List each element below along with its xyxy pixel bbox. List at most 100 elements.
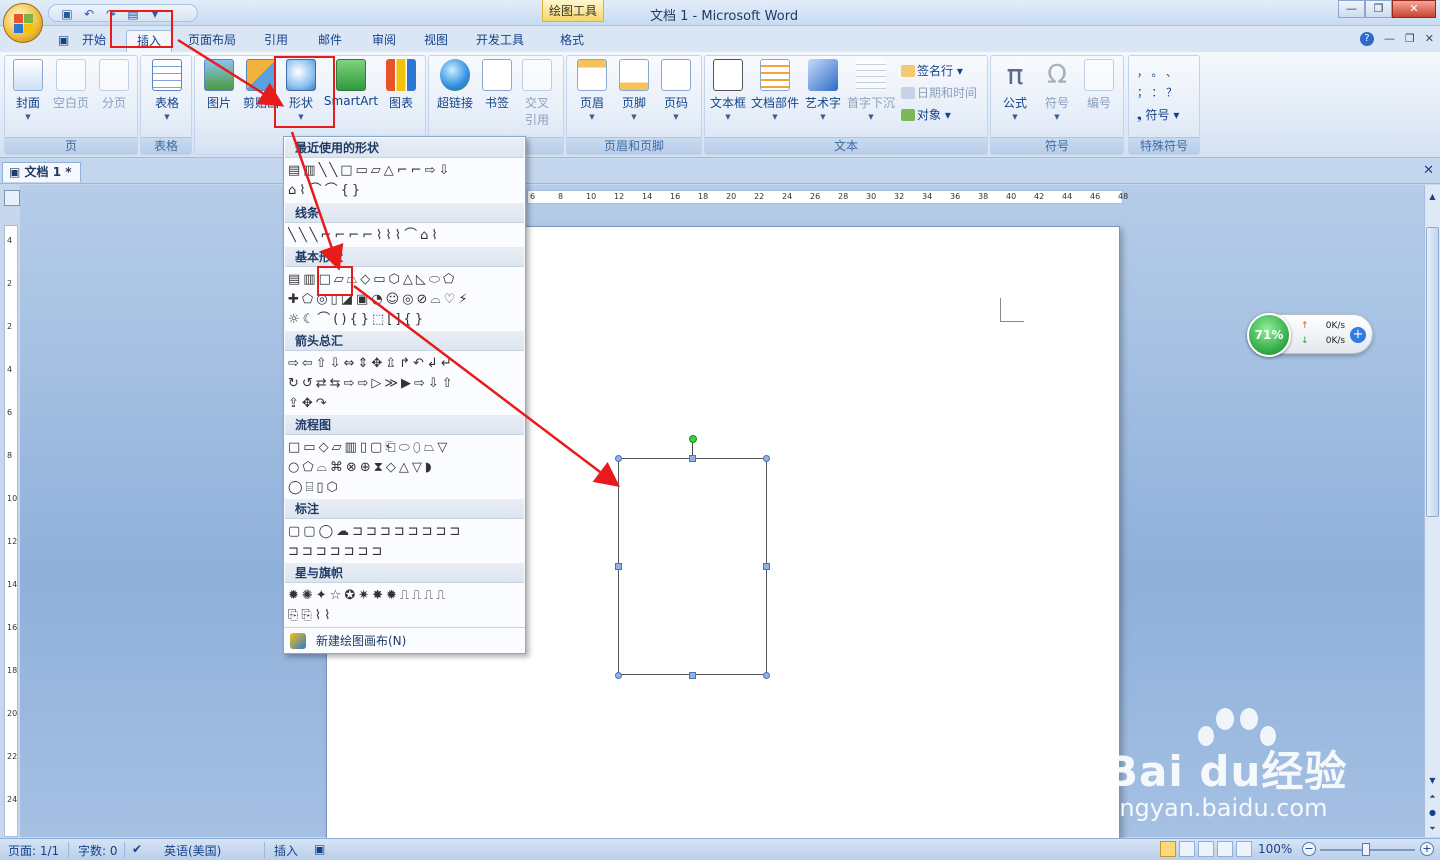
drop-cap-button[interactable]: 首字下沉 ▼ <box>845 59 897 121</box>
shape-row[interactable]: ⊐⊐⊐⊐⊐⊐⊐ <box>288 543 522 561</box>
print-layout-view-icon[interactable] <box>1160 841 1176 857</box>
quick-parts-button[interactable]: 文档部件 ▼ <box>751 59 799 121</box>
proofing-icon[interactable]: ✔ <box>132 842 142 856</box>
shape-row[interactable]: ✹✺✦☆✪✷✸✹⎍⎍⎍⎍ <box>288 587 522 605</box>
restore-button[interactable]: ❐ <box>1365 0 1392 18</box>
shape-row[interactable]: ▤▥╲╲□▭▱△⌐⌐⇨⇩ <box>288 162 522 180</box>
header-button[interactable]: 页眉 ▼ <box>575 59 609 121</box>
doc-close-icon[interactable]: ✕ <box>1425 32 1434 46</box>
resize-handle-top-right[interactable] <box>763 455 770 462</box>
office-button[interactable] <box>3 3 43 43</box>
help-icon[interactable]: ? <box>1359 32 1374 46</box>
shape-row[interactable]: ⎘⎘⌇⌇ <box>288 607 522 625</box>
numbering-button[interactable]: 编号 <box>1081 59 1117 111</box>
rotation-handle[interactable] <box>689 435 697 443</box>
chart-button[interactable]: 图表 <box>383 59 419 111</box>
resize-handle-right[interactable] <box>763 563 770 570</box>
tab-references[interactable]: 引用 <box>254 30 298 52</box>
text-box-button[interactable]: 文本框 ▼ <box>709 59 747 121</box>
previous-page-icon[interactable]: ⏶ <box>1425 789 1440 804</box>
tab-review[interactable]: 审阅 <box>362 30 406 52</box>
close-button[interactable]: ✕ <box>1392 0 1436 18</box>
ruler-tick-label: 36 <box>950 192 961 201</box>
language-indicator[interactable]: 英语(美国) <box>164 842 221 859</box>
drawn-rectangle[interactable] <box>618 458 767 675</box>
shape-row[interactable]: ⇪✥↷ <box>288 395 522 413</box>
special-chars-row-2[interactable]: ； ： ？ <box>1137 84 1177 100</box>
table-button[interactable]: 表格 ▼ <box>149 59 185 121</box>
page-number-button[interactable]: 页码 ▼ <box>659 59 693 121</box>
shape-row[interactable]: ☼☾⌒(){}⬚[]{} <box>288 311 522 329</box>
shape-row[interactable]: ▢▢◯☁⊐⊐⊐⊐⊐⊐⊐⊐ <box>288 523 522 541</box>
page-count[interactable]: 页面: 1/1 <box>8 842 59 859</box>
macro-record-icon[interactable]: ▣ <box>314 842 325 856</box>
equation-button[interactable]: π 公式 ▼ <box>997 59 1033 122</box>
insert-mode[interactable]: 插入 <box>274 842 298 859</box>
blank-page-button[interactable]: 空白页 <box>51 59 91 111</box>
footer-button[interactable]: 页脚 ▼ <box>617 59 651 121</box>
zoom-level[interactable]: 100% <box>1258 842 1292 856</box>
special-chars-row-1[interactable]: ， 。 、 <box>1137 64 1177 80</box>
resize-handle-left[interactable] <box>615 563 622 570</box>
shape-row[interactable]: ╲╲╲⌐⌐⌐⌐⌇⌇⌇⌒⌂⌇ <box>288 227 522 245</box>
tab-mailings[interactable]: 邮件 <box>308 30 352 52</box>
shape-row[interactable]: □▭◇▱▥▯▢⎗⬭⬯⏢▽ <box>288 439 522 457</box>
resize-handle-bottom[interactable] <box>689 672 696 679</box>
minimize-button[interactable]: — <box>1338 0 1365 18</box>
outline-view-icon[interactable] <box>1217 841 1233 857</box>
document-tab[interactable]: ▣ 文档 1 * <box>2 162 81 182</box>
shape-row[interactable]: ◯⌸▯⬡ <box>288 479 522 497</box>
close-document-icon[interactable]: ✕ <box>1423 163 1434 178</box>
hyperlink-button[interactable]: 超链接 <box>433 59 477 111</box>
doc-restore-icon[interactable]: ❐ <box>1405 32 1415 46</box>
full-screen-reading-icon[interactable] <box>1179 841 1195 857</box>
tab-page-layout[interactable]: 页面布局 <box>178 30 246 52</box>
network-speed-widget[interactable]: 71% ↑ 0K/s ↓ 0K/s + <box>1247 313 1373 357</box>
next-page-icon[interactable]: ⏷ <box>1425 821 1440 836</box>
resize-handle-top[interactable] <box>689 455 696 462</box>
tab-view[interactable]: 视图 <box>414 30 458 52</box>
expand-icon[interactable]: + <box>1350 327 1366 343</box>
zoom-out-icon[interactable]: − <box>1302 842 1316 856</box>
date-time-button[interactable]: 日期和时间 <box>901 84 977 101</box>
tab-selector[interactable] <box>4 190 20 206</box>
web-layout-icon[interactable] <box>1198 841 1214 857</box>
resize-handle-bottom-left[interactable] <box>615 672 622 679</box>
cross-reference-button[interactable]: 交叉 引用 <box>519 59 555 128</box>
vertical-ruler[interactable]: 4 2 2 4 6 8 10 12 14 16 18 20 22 24 <box>4 225 18 837</box>
vertical-scrollbar[interactable]: ▲ ▼ ⏶ ● ⏷ <box>1424 185 1440 837</box>
word-count[interactable]: 字数: 0 <box>78 842 118 859</box>
tab-developer[interactable]: 开发工具 <box>466 30 534 52</box>
page-break-button[interactable]: 分页 <box>97 59 131 111</box>
browse-object-icon[interactable]: ● <box>1425 805 1440 820</box>
save-icon[interactable]: ▣ <box>59 6 75 22</box>
tab-format[interactable]: 格式 <box>550 30 594 52</box>
shape-row[interactable]: ⇨⇦⇧⇩⇔⇕✥⇫↱↶↲↵ <box>288 355 522 373</box>
picture-button[interactable]: 图片 <box>201 59 237 111</box>
drawing-canvas-icon <box>290 633 306 649</box>
new-drawing-canvas-item[interactable]: 新建绘图画布(N) <box>284 627 525 653</box>
resize-handle-bottom-right[interactable] <box>763 672 770 679</box>
zoom-in-icon[interactable]: + <box>1420 842 1434 856</box>
ribbon-minimize-icon[interactable]: — <box>1384 32 1395 46</box>
resize-handle-top-left[interactable] <box>615 455 622 462</box>
horizontal-ruler[interactable]: 6 8 10 12 14 16 18 20 22 24 26 28 30 32 34 36 38 40 42 44 46… <box>527 190 1128 204</box>
shape-row[interactable]: ↻↺⇄⇆⇨⇨▷≫▶⇨⇩⇧ <box>288 375 522 393</box>
ruler-tick-label: 48 <box>1118 192 1129 201</box>
scroll-up-icon[interactable]: ▲ <box>1425 189 1440 204</box>
scroll-thumb[interactable] <box>1426 227 1439 517</box>
symbol-button[interactable]: Ω 符号 ▼ <box>1039 59 1075 121</box>
draft-view-icon[interactable] <box>1236 841 1252 857</box>
object-button[interactable]: 对象 ▾ <box>901 106 951 123</box>
undo-icon[interactable]: ↶ <box>81 6 97 22</box>
cover-page-button[interactable]: 封面 ▼ <box>11 59 45 121</box>
wordart-button[interactable]: 艺术字 ▼ <box>803 59 843 121</box>
shape-row[interactable]: ○⬠⌓⌘⊗⊕⧗◇△▽◗ <box>288 459 522 477</box>
bookmark-button[interactable]: 书签 <box>479 59 515 111</box>
signature-line-button[interactable]: 签名行 ▾ <box>901 62 963 79</box>
special-symbol-button[interactable]: ❟ 符号 ▾ <box>1137 106 1179 123</box>
scroll-down-icon[interactable]: ▼ <box>1425 773 1440 788</box>
shape-row[interactable]: ⌂⌇⌒⌒{} <box>288 182 522 200</box>
zoom-slider-knob[interactable] <box>1362 843 1370 856</box>
ruler-tick-label: 40 <box>1006 192 1017 201</box>
